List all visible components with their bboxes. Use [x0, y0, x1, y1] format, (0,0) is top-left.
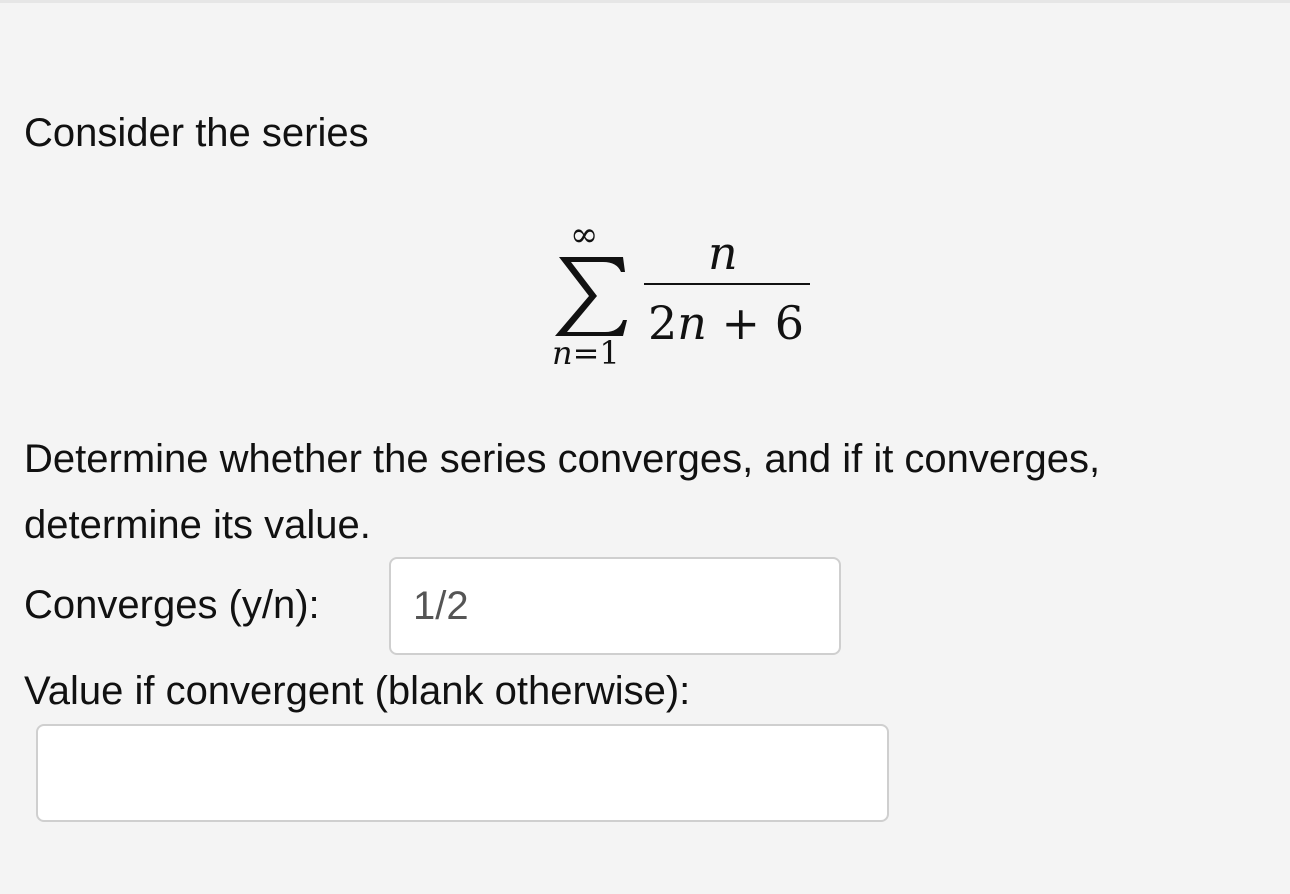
- series-formula: ∞ n=1 n 2n + 6: [540, 210, 830, 380]
- sum-upper-limit: ∞: [570, 215, 599, 255]
- intro-text: Consider the series: [24, 111, 369, 155]
- converges-label: Converges (y/n):: [24, 583, 320, 627]
- sum-lower-limit: n=1: [552, 334, 620, 372]
- top-divider: [0, 0, 1290, 3]
- value-label: Value if convergent (blank otherwise):: [24, 669, 691, 713]
- fraction-numerator: n: [708, 226, 738, 280]
- fraction-bar: [644, 283, 810, 285]
- question-prompt: Determine whether the series converges, …: [24, 437, 1101, 547]
- converges-input[interactable]: [389, 557, 841, 655]
- summation-sigma-icon: [553, 254, 627, 338]
- value-input[interactable]: [36, 724, 889, 822]
- fraction-denominator: 2n + 6: [648, 296, 804, 350]
